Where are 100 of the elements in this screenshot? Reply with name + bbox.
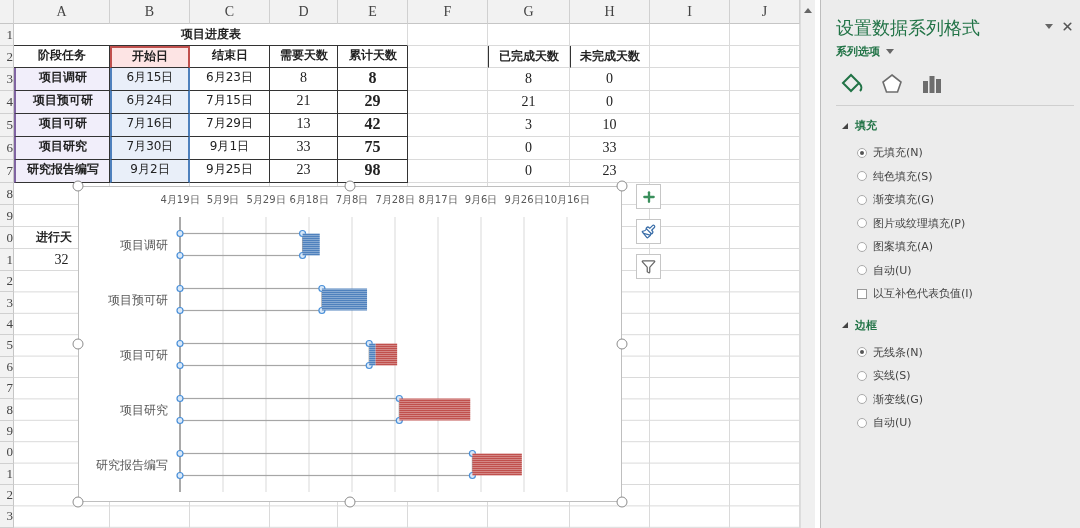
column-header[interactable]: C: [190, 0, 270, 24]
table-cell: 6月15日: [110, 68, 190, 91]
row-number[interactable]: 5: [0, 335, 14, 357]
row-number[interactable]: 9: [0, 205, 14, 227]
row-number[interactable]: 2: [0, 271, 14, 293]
row-number[interactable]: 3: [0, 68, 14, 91]
table-cell: 7月15日: [190, 91, 270, 114]
column-header[interactable]: I: [650, 0, 730, 24]
option-label: 渐变线(G): [873, 391, 924, 407]
sheet-title: 项目进度表: [14, 24, 408, 46]
table-cell: 9月2日: [110, 160, 190, 183]
selection-handle[interactable]: [176, 471, 184, 480]
selection-handle[interactable]: [176, 306, 184, 315]
column-header[interactable]: A: [14, 0, 110, 24]
axis-tick-label: 5月29日: [246, 194, 286, 205]
radio-button[interactable]: [857, 171, 867, 182]
axis-tick-label: 7月8日: [335, 194, 369, 205]
filter-icon: [641, 259, 656, 274]
resize-handle[interactable]: [72, 180, 84, 192]
radio-button[interactable]: [857, 417, 867, 428]
option-label: 以互补色代表负值(I): [873, 286, 973, 302]
vertical-scrollbar[interactable]: [800, 0, 815, 528]
radio-button[interactable]: [857, 147, 867, 158]
table-cell: 项目研究: [14, 137, 110, 160]
row-number[interactable]: 8: [0, 399, 14, 421]
row-number[interactable]: 4: [0, 91, 14, 114]
column-header[interactable]: F: [408, 0, 488, 24]
row-number[interactable]: 3: [0, 292, 14, 314]
selection-handle[interactable]: [176, 361, 184, 370]
resize-handle[interactable]: [72, 496, 84, 508]
row-number[interactable]: 7: [0, 377, 14, 400]
axis-tick-label: 9月6日: [464, 194, 498, 205]
column-header[interactable]: J: [730, 0, 800, 24]
row-number[interactable]: 1: [0, 24, 14, 46]
scroll-up-arrow-icon[interactable]: [804, 8, 812, 13]
gantt-chart[interactable]: 4月19日 5月9日 5月29日 6月18日 7月8日 7月28日 8月17日 9月6日 9月26日10月16日 项目调研 项目预可研 项目可研 项目研究 研究报告编写: [78, 186, 622, 502]
bar[interactable]: [472, 453, 522, 476]
category-label: 研究报告编写: [96, 457, 168, 472]
table-cell: 33: [270, 137, 338, 160]
column-header[interactable]: B: [110, 0, 190, 24]
selection-handle[interactable]: [176, 229, 184, 238]
row-number[interactable]: 9: [0, 420, 14, 443]
radio-button[interactable]: [857, 218, 867, 229]
section-header[interactable]: 边框: [842, 317, 877, 333]
selection-handle[interactable]: [176, 416, 184, 425]
option-label: 无填充(N): [873, 145, 923, 161]
bar[interactable]: [321, 288, 368, 311]
resize-handle[interactable]: [616, 496, 628, 508]
selection-handle[interactable]: [176, 394, 184, 403]
resize-handle[interactable]: [344, 496, 356, 508]
chart-style-button[interactable]: [636, 219, 661, 244]
radio-button[interactable]: [857, 370, 867, 381]
axis-tick-label: 7月28日: [375, 194, 415, 205]
row-number[interactable]: 0: [0, 227, 14, 249]
radio-button[interactable]: [857, 241, 867, 252]
radio-button[interactable]: [857, 347, 867, 358]
selection-handle[interactable]: [176, 449, 184, 458]
add-chart-element-button[interactable]: [636, 184, 661, 209]
series-options-dropdown[interactable]: 系列选项: [836, 44, 894, 59]
resize-handle[interactable]: [344, 180, 356, 192]
option-label: 渐变填充(G): [873, 192, 935, 208]
row-number[interactable]: 3: [0, 506, 14, 528]
selection-handle[interactable]: [176, 339, 184, 348]
row-number[interactable]: 5: [0, 114, 14, 137]
row-number[interactable]: 2: [0, 46, 14, 68]
row-number[interactable]: 8: [0, 183, 14, 205]
row-number[interactable]: 0: [0, 442, 14, 464]
column-header[interactable]: H: [570, 0, 650, 24]
column-header[interactable]: E: [338, 0, 408, 24]
selection-handle[interactable]: [176, 251, 184, 260]
selection-handle[interactable]: [298, 229, 307, 238]
bar[interactable]: [369, 343, 376, 366]
table-cell: 6月24日: [110, 91, 190, 114]
resize-handle[interactable]: [616, 338, 628, 350]
bar[interactable]: [399, 398, 471, 421]
radio-button[interactable]: [857, 265, 867, 276]
table-cell: 研究报告编写: [14, 160, 110, 183]
row-number[interactable]: 4: [0, 313, 14, 336]
column-header[interactable]: D: [270, 0, 338, 24]
row-number[interactable]: 1: [0, 463, 14, 485]
row-number[interactable]: 7: [0, 160, 14, 183]
row-number[interactable]: 6: [0, 356, 14, 378]
row-number[interactable]: 1: [0, 249, 14, 271]
resize-handle[interactable]: [616, 180, 628, 192]
selection-handle[interactable]: [176, 284, 184, 293]
chart-filter-button[interactable]: [636, 254, 661, 279]
column-header[interactable]: G: [488, 0, 570, 24]
table-cell: 21: [270, 91, 338, 114]
table-header: 阶段任务: [14, 46, 110, 68]
row-number[interactable]: 2: [0, 484, 14, 507]
checkbox[interactable]: [857, 288, 867, 299]
section-header[interactable]: 填充: [842, 118, 877, 133]
row-number[interactable]: 6: [0, 137, 14, 160]
bar[interactable]: [375, 343, 398, 366]
table-cell: 8: [338, 68, 408, 91]
close-icon[interactable]: [1061, 20, 1074, 33]
table-header: 结束日: [190, 46, 270, 68]
resize-handle[interactable]: [72, 338, 84, 350]
radio-button[interactable]: [857, 394, 867, 405]
radio-button[interactable]: [857, 194, 867, 205]
